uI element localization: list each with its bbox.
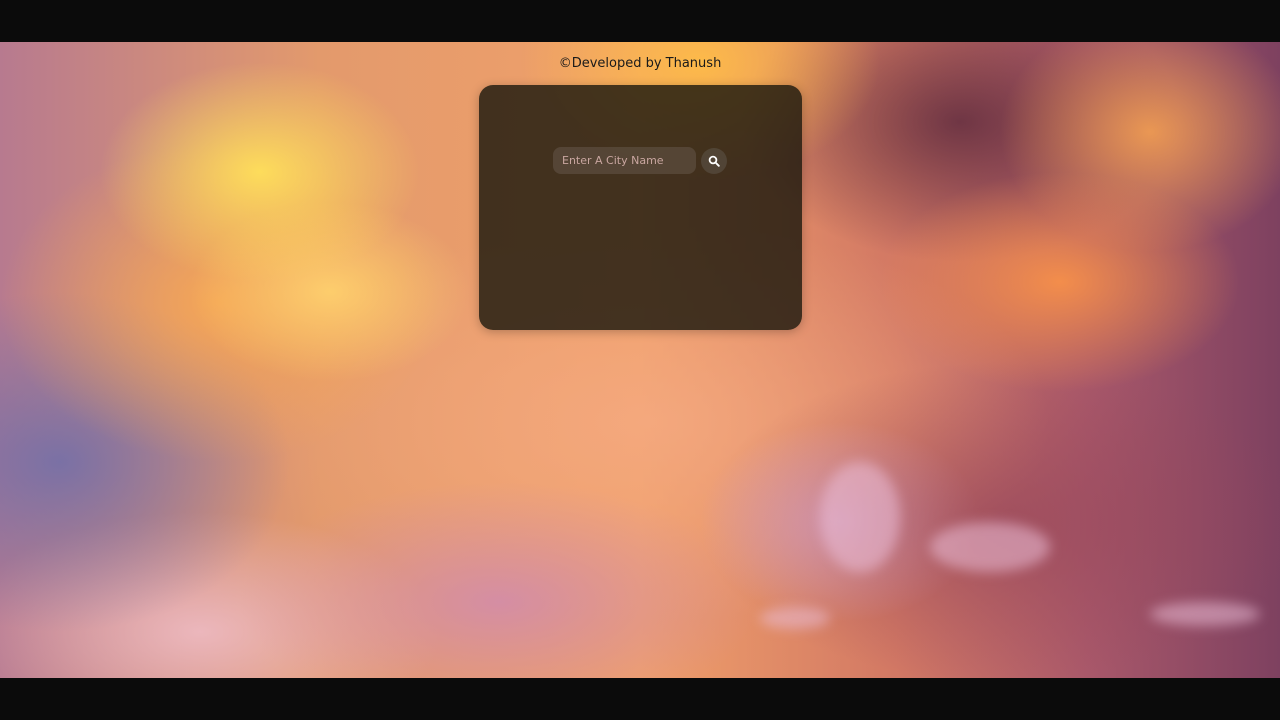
search-button[interactable] xyxy=(701,148,727,174)
search-icon xyxy=(708,155,720,167)
cloud-decoration xyxy=(760,607,830,629)
developer-credit: ©Developed by Thanush xyxy=(558,56,722,71)
search-bar xyxy=(553,147,728,175)
weather-card xyxy=(479,85,802,330)
cloud-decoration xyxy=(820,462,900,572)
cloud-decoration xyxy=(930,522,1050,572)
cloud-decoration xyxy=(1150,602,1260,626)
letterbox-top xyxy=(0,0,1280,42)
city-search-input[interactable] xyxy=(553,147,696,174)
letterbox-bottom xyxy=(0,678,1280,720)
